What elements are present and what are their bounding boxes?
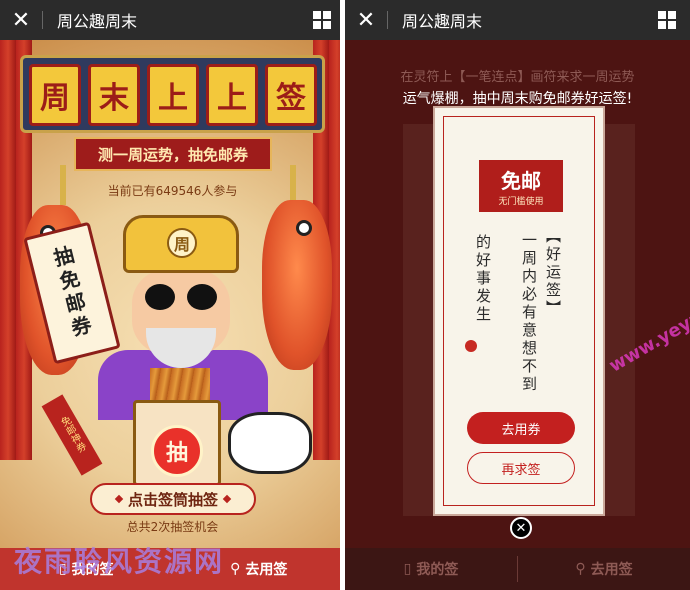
divider bbox=[387, 11, 388, 29]
page-title: 周公趣周末 bbox=[57, 12, 138, 31]
scroll-text: 抽免邮券 bbox=[48, 243, 95, 343]
close-icon[interactable]: ✕ bbox=[0, 0, 42, 40]
use-coupon-button[interactable]: 去用券 bbox=[467, 412, 575, 444]
grid-icon[interactable] bbox=[313, 11, 331, 29]
page-title: 周公趣周末 bbox=[402, 12, 483, 31]
rope bbox=[290, 165, 296, 205]
divider bbox=[42, 11, 43, 29]
fish-eye bbox=[296, 220, 312, 236]
hat-badge: 周 bbox=[167, 228, 197, 258]
sunglasses-icon bbox=[145, 284, 217, 310]
koi-fish-right bbox=[262, 200, 332, 370]
banner-char: 末 bbox=[88, 64, 140, 126]
diamond-icon bbox=[114, 494, 124, 504]
draw-sign-button[interactable]: 点击签筒抽签 bbox=[90, 483, 256, 515]
stamp-title: 免邮 bbox=[501, 169, 541, 193]
instruction-text: 在灵符上【一笔连点】画符来求一周运势 bbox=[400, 70, 635, 85]
screenshot-composite: ✕ 周公趣周末 周 末 上 上 签 测一周运势，抽免邮券 当前已有649546人… bbox=[0, 0, 690, 590]
draw-chances: 总共2次抽签机会 bbox=[126, 520, 219, 534]
banner-char: 上 bbox=[147, 64, 199, 126]
navbar: ✕ 周公趣周末 bbox=[345, 0, 690, 40]
bottom-bar: ▯ 我的签 ⚲ 去用签 bbox=[345, 548, 690, 590]
sign-icon: ▯ bbox=[403, 561, 412, 577]
watermark: 夜雨聆风资源网 bbox=[14, 545, 225, 578]
verse-heading: 【好运签】 bbox=[544, 228, 562, 318]
coupon-stamp: 免邮 无门槛使用 bbox=[479, 160, 563, 212]
stamp-subtitle: 无门槛使用 bbox=[498, 197, 544, 207]
banner-char: 签 bbox=[265, 64, 317, 126]
fortune-tube[interactable]: 抽 bbox=[133, 400, 221, 486]
right-screen: ✕ 周公趣周末 在灵符上【一笔连点】画符来求一周运势 运气爆棚，抽中周末购免邮券… bbox=[345, 0, 690, 590]
grid-icon[interactable] bbox=[658, 11, 676, 29]
subtitle: 测一周运势，抽免邮券 bbox=[74, 137, 272, 171]
verse-line: 一周内必有意想不到 bbox=[520, 232, 538, 394]
use-sign-label: 去用签 bbox=[245, 562, 288, 578]
fortune-sticks[interactable] bbox=[150, 368, 210, 402]
diamond-icon bbox=[222, 494, 232, 504]
draw-button-label: 点击签筒抽签 bbox=[127, 490, 218, 509]
banner-char: 周 bbox=[29, 64, 81, 126]
search-icon: ⚲ bbox=[230, 561, 241, 577]
draw-again-button[interactable]: 再求签 bbox=[467, 452, 575, 484]
banner-char: 上 bbox=[206, 64, 258, 126]
left-screen: ✕ 周公趣周末 周 末 上 上 签 测一周运势，抽免邮券 当前已有649546人… bbox=[0, 0, 345, 590]
title-banner: 周 末 上 上 签 bbox=[20, 55, 325, 133]
god-hat: 周 bbox=[123, 215, 239, 273]
result-message: 运气爆棚，抽中周末购免邮券好运签! bbox=[402, 91, 633, 107]
navbar: ✕ 周公趣周末 bbox=[0, 0, 345, 40]
my-signs-label: 我的签 bbox=[416, 562, 459, 578]
use-sign-tab[interactable]: ⚲ 去用签 bbox=[518, 559, 690, 579]
my-signs-tab[interactable]: ▯ 我的签 bbox=[345, 559, 517, 579]
use-sign-label: 去用签 bbox=[590, 562, 633, 578]
seal-mark bbox=[465, 340, 477, 352]
pointing-hand-icon bbox=[228, 412, 312, 474]
verse-line: 的好事发生 bbox=[474, 234, 492, 324]
rope bbox=[60, 165, 66, 205]
close-icon[interactable]: ✕ bbox=[510, 517, 532, 539]
tube-label: 抽 bbox=[151, 425, 203, 477]
search-icon: ⚲ bbox=[575, 561, 586, 577]
close-icon[interactable]: ✕ bbox=[345, 0, 387, 40]
